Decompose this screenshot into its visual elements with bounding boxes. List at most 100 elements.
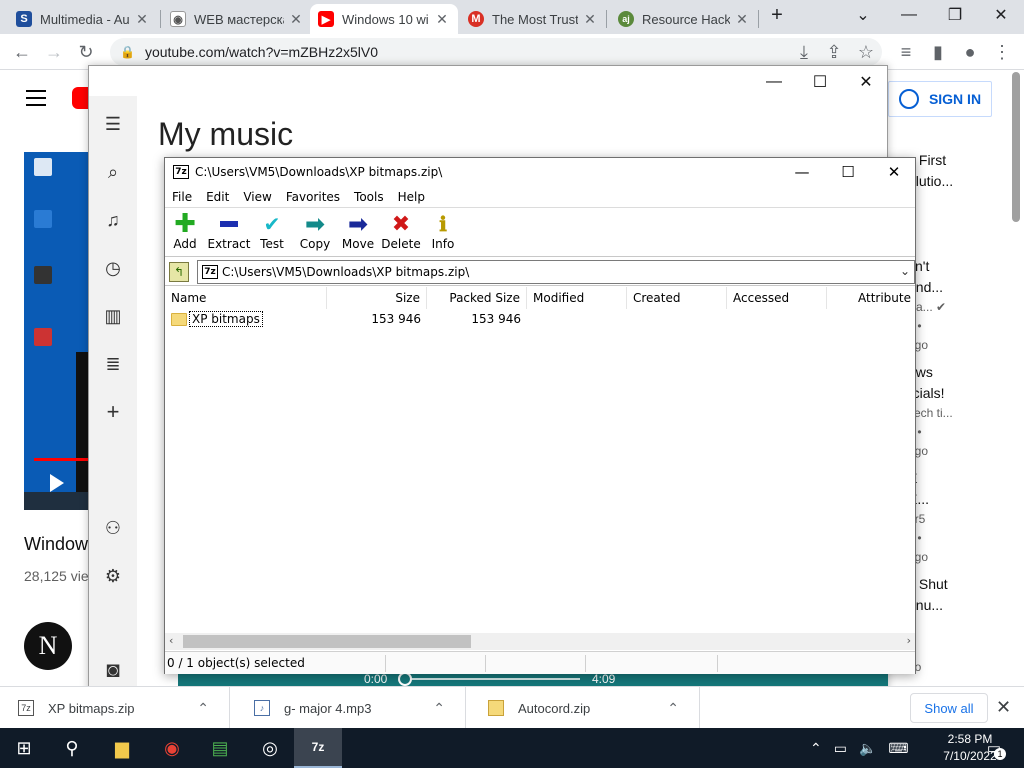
activity-monitor-icon[interactable]: ▤ bbox=[196, 728, 244, 768]
extract-button[interactable]: Extract bbox=[207, 213, 251, 251]
test-button[interactable]: ✔ Test bbox=[250, 212, 294, 251]
path-combobox[interactable]: 7z C:\Users\VM5\Downloads\XP bitmaps.zip… bbox=[197, 260, 915, 284]
related-item[interactable]: E E... 6r5 s • ago bbox=[908, 468, 1018, 567]
chevron-up-icon[interactable]: ⌃ bbox=[667, 700, 679, 717]
new-tab-plus-icon[interactable]: + bbox=[754, 0, 800, 30]
horizontal-scrollbar[interactable]: ‹ › bbox=[165, 633, 915, 650]
groove-now-playing-icon[interactable]: ▥ bbox=[99, 302, 127, 330]
close-shelf-icon[interactable]: ✕ bbox=[996, 697, 1011, 718]
delete-button[interactable]: ✖ Delete bbox=[379, 212, 423, 252]
player-seek-track[interactable] bbox=[410, 678, 580, 680]
sign-in-button[interactable]: SIGN IN bbox=[888, 81, 992, 117]
chrome-minimize-icon[interactable]: — bbox=[886, 0, 932, 30]
groove-close-icon[interactable]: ✕ bbox=[843, 66, 889, 98]
chrome-icon[interactable]: ◉ bbox=[148, 728, 196, 768]
video-player[interactable] bbox=[24, 152, 88, 510]
groove-menu-icon[interactable]: ☰ bbox=[99, 110, 127, 138]
groove-maximize-icon[interactable]: ☐ bbox=[797, 66, 843, 98]
chevron-down-icon[interactable]: ⌄ bbox=[900, 264, 910, 278]
tab-multimedia[interactable]: S Multimedia - Au ✕ bbox=[8, 4, 158, 34]
back-arrow-icon[interactable]: ← bbox=[8, 38, 36, 66]
chrome-tab-search-icon[interactable]: ⌄ bbox=[840, 0, 886, 30]
column-accessed[interactable]: Accessed bbox=[727, 287, 827, 309]
related-item[interactable]: s First olutio... h • bbox=[908, 150, 1018, 230]
menu-help[interactable]: Help bbox=[398, 190, 425, 204]
folder-up-icon[interactable]: ↰ bbox=[169, 262, 189, 282]
tab-close-icon[interactable]: ✕ bbox=[734, 11, 750, 28]
7zip-maximize-icon[interactable]: ☐ bbox=[825, 158, 871, 186]
menu-favorites[interactable]: Favorites bbox=[286, 190, 340, 204]
tab-close-icon[interactable]: ✕ bbox=[288, 11, 304, 28]
column-attributes[interactable]: Attribute bbox=[827, 287, 915, 309]
groove-search-icon[interactable]: ⌕ bbox=[99, 158, 127, 186]
youtube-hamburger-icon[interactable] bbox=[26, 90, 46, 106]
windows-start-icon[interactable]: ⊞ bbox=[0, 728, 48, 768]
related-item[interactable]: s Shut enu... go bbox=[908, 574, 1018, 677]
7zip-minimize-icon[interactable]: — bbox=[779, 158, 825, 186]
tab-close-icon[interactable]: ✕ bbox=[434, 11, 450, 28]
tab-close-icon[interactable]: ✕ bbox=[582, 11, 598, 28]
info-button[interactable]: ℹ Info bbox=[421, 212, 465, 251]
tab-most-trusted[interactable]: M The Most Truste ✕ bbox=[460, 4, 606, 34]
groove-music-icon[interactable]: ◎ bbox=[246, 728, 294, 768]
volume-icon[interactable]: 🔈 bbox=[859, 740, 876, 757]
chevron-up-icon[interactable]: ⌃ bbox=[433, 700, 445, 717]
tab-youtube-active[interactable]: ▶ Windows 10 wi ✕ bbox=[310, 4, 458, 34]
7zip-icon[interactable]: 7z bbox=[294, 728, 342, 768]
groove-settings-gear-icon[interactable]: ⚙ bbox=[99, 562, 127, 590]
tab-web-masterskaya[interactable]: ◉ WEB мастерская ✕ bbox=[162, 4, 312, 34]
tab-resource-hacker[interactable]: aj Resource Hacke ✕ bbox=[610, 4, 758, 34]
share-icon[interactable]: ⇪ bbox=[820, 38, 848, 66]
forward-arrow-icon[interactable]: → bbox=[40, 38, 68, 66]
chrome-menu-icon[interactable]: ⋮ bbox=[988, 38, 1016, 66]
groove-add-icon[interactable]: + bbox=[99, 398, 127, 426]
scroll-left-icon[interactable]: ‹ bbox=[169, 634, 173, 647]
chevron-up-icon[interactable]: ⌃ bbox=[810, 740, 822, 757]
menu-view[interactable]: View bbox=[243, 190, 271, 204]
7zip-close-icon[interactable]: ✕ bbox=[871, 158, 917, 186]
file-explorer-icon[interactable]: ▆ bbox=[98, 728, 146, 768]
groove-music-note-icon[interactable]: ♫ bbox=[99, 206, 127, 234]
groove-account-icon[interactable]: ⚇ bbox=[99, 514, 127, 542]
groove-album-art-icon[interactable]: ◙ bbox=[99, 656, 127, 684]
play-icon[interactable] bbox=[50, 474, 64, 492]
column-packed-size[interactable]: Packed Size bbox=[427, 287, 527, 309]
notification-icon[interactable]: ▭ 1 bbox=[982, 736, 1006, 760]
download-item[interactable]: Autocord.zip ⌃ bbox=[470, 687, 700, 729]
address-bar[interactable]: 🔒 youtube.com/watch?v=mZBHz2x5lV0 bbox=[110, 38, 882, 66]
video-progress-bar[interactable] bbox=[34, 458, 88, 461]
profile-avatar-icon[interactable]: ● bbox=[956, 38, 984, 66]
related-item[interactable]: sn't und... Sa... ✔ s • ago bbox=[908, 256, 1018, 355]
keyboard-icon[interactable]: ⌨ bbox=[888, 740, 908, 757]
side-panel-icon[interactable]: ▮ bbox=[924, 38, 952, 66]
copy-button[interactable]: ➡ Copy bbox=[293, 210, 337, 251]
column-size[interactable]: Size bbox=[327, 287, 427, 309]
move-button[interactable]: ➡ Move bbox=[336, 210, 380, 251]
menu-tools[interactable]: Tools bbox=[354, 190, 384, 204]
column-created[interactable]: Created bbox=[627, 287, 727, 309]
search-icon[interactable]: ⚲ bbox=[48, 728, 96, 768]
chrome-restore-icon[interactable]: ❐ bbox=[932, 0, 978, 30]
install-app-icon[interactable]: ⤓ bbox=[790, 38, 818, 66]
tab-close-icon[interactable]: ✕ bbox=[134, 11, 150, 28]
column-modified[interactable]: Modified bbox=[527, 287, 627, 309]
media-control-icon[interactable]: ≡ bbox=[892, 38, 920, 66]
column-name[interactable]: Name bbox=[165, 287, 327, 309]
add-button[interactable]: ✚ Add bbox=[163, 209, 207, 251]
download-item[interactable]: 7z XP bitmaps.zip ⌃ bbox=[0, 687, 230, 729]
related-item[interactable]: ows rcials! Tech ti... s • ago bbox=[908, 362, 1018, 461]
chevron-up-icon[interactable]: ⌃ bbox=[197, 700, 209, 717]
network-icon[interactable]: ▭ bbox=[834, 740, 847, 757]
chrome-close-icon[interactable]: ✕ bbox=[978, 0, 1024, 30]
table-row[interactable]: XP bitmaps 153 946 153 946 bbox=[165, 309, 915, 329]
scroll-right-icon[interactable]: › bbox=[907, 634, 911, 647]
groove-recent-clock-icon[interactable]: ◷ bbox=[99, 254, 127, 282]
groove-minimize-icon[interactable]: — bbox=[751, 66, 797, 98]
menu-edit[interactable]: Edit bbox=[206, 190, 229, 204]
channel-avatar[interactable]: N bbox=[24, 622, 72, 670]
bookmark-star-icon[interactable]: ☆ bbox=[852, 38, 880, 66]
scrollbar-thumb[interactable] bbox=[183, 635, 471, 648]
menu-file[interactable]: File bbox=[172, 190, 192, 204]
show-all-button[interactable]: Show all bbox=[910, 693, 988, 723]
reload-icon[interactable]: ↻ bbox=[72, 38, 100, 66]
